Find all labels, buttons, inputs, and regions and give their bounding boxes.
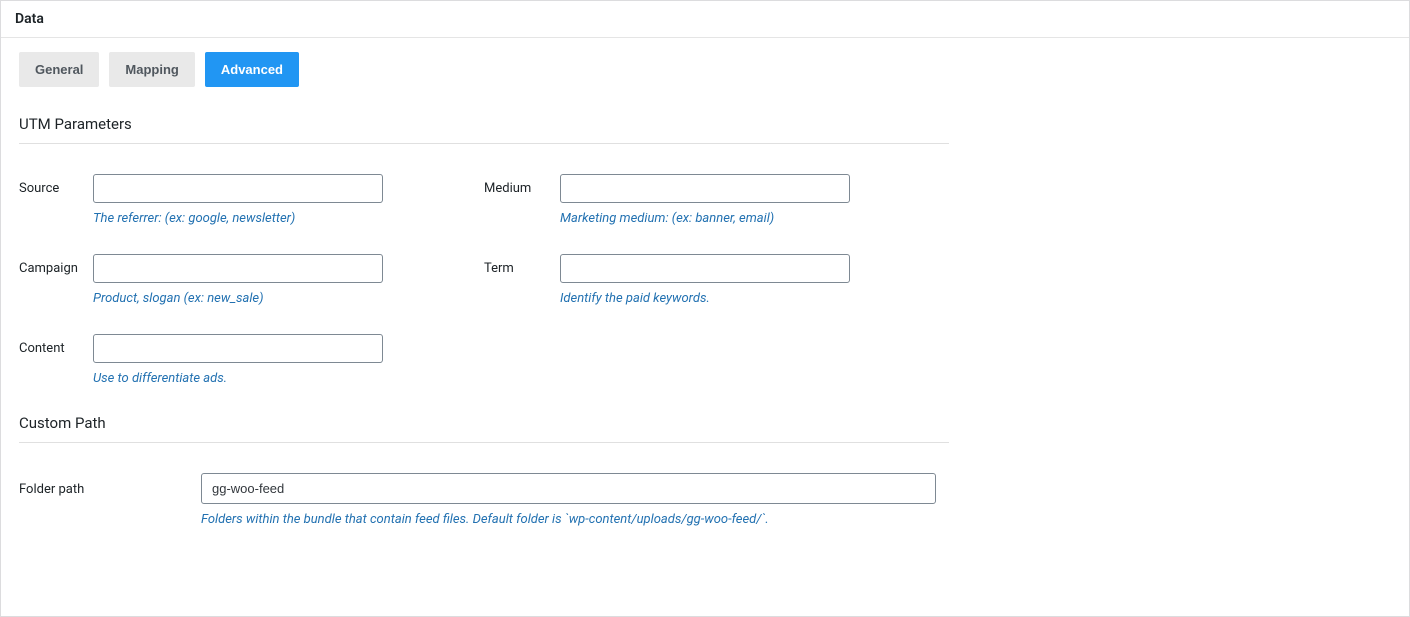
utm-campaign-control: Product, slogan (ex: new_sale) <box>93 254 383 306</box>
utm-medium-label: Medium <box>484 174 560 196</box>
utm-source-input[interactable] <box>93 174 383 203</box>
folder-path-field: Folder path Folders within the bundle th… <box>19 473 949 527</box>
divider <box>19 442 949 443</box>
folder-row: Folder path Folders within the bundle th… <box>19 473 949 527</box>
utm-source-control: The referrer: (ex: google, newsletter) <box>93 174 383 226</box>
utm-source-field: Source The referrer: (ex: google, newsle… <box>19 174 484 226</box>
utm-term-input[interactable] <box>560 254 850 283</box>
utm-section: UTM Parameters Source The referrer: (ex:… <box>19 115 949 386</box>
utm-campaign-label: Campaign <box>19 254 93 276</box>
folder-path-input[interactable] <box>201 473 936 504</box>
utm-content-label: Content <box>19 334 93 356</box>
utm-campaign-hint: Product, slogan (ex: new_sale) <box>93 291 383 306</box>
utm-content-input[interactable] <box>93 334 383 363</box>
utm-medium-input[interactable] <box>560 174 850 203</box>
folder-path-hint: Folders within the bundle that contain f… <box>201 512 936 527</box>
utm-section-title: UTM Parameters <box>19 115 949 133</box>
utm-medium-hint: Marketing medium: (ex: banner, email) <box>560 211 850 226</box>
tab-advanced[interactable]: Advanced <box>205 52 299 87</box>
utm-row-1: Source The referrer: (ex: google, newsle… <box>19 174 949 226</box>
panel-title: Data <box>1 1 1409 38</box>
folder-path-label: Folder path <box>19 473 201 497</box>
custom-path-section: Custom Path Folder path Folders within t… <box>19 414 949 527</box>
utm-term-hint: Identify the paid keywords. <box>560 291 850 306</box>
utm-campaign-field: Campaign Product, slogan (ex: new_sale) <box>19 254 484 306</box>
tab-mapping[interactable]: Mapping <box>109 52 194 87</box>
utm-term-control: Identify the paid keywords. <box>560 254 850 306</box>
folder-path-control: Folders within the bundle that contain f… <box>201 473 936 527</box>
utm-medium-control: Marketing medium: (ex: banner, email) <box>560 174 850 226</box>
tab-general[interactable]: General <box>19 52 99 87</box>
utm-source-hint: The referrer: (ex: google, newsletter) <box>93 211 383 226</box>
divider <box>19 143 949 144</box>
utm-content-control: Use to differentiate ads. <box>93 334 383 386</box>
utm-source-label: Source <box>19 174 93 196</box>
custom-path-title: Custom Path <box>19 414 949 432</box>
utm-row-3: Content Use to differentiate ads. <box>19 334 949 386</box>
tab-bar: General Mapping Advanced <box>19 52 1391 87</box>
utm-content-hint: Use to differentiate ads. <box>93 371 383 386</box>
utm-campaign-input[interactable] <box>93 254 383 283</box>
utm-term-label: Term <box>484 254 560 276</box>
utm-term-field: Term Identify the paid keywords. <box>484 254 949 306</box>
utm-content-field: Content Use to differentiate ads. <box>19 334 484 386</box>
data-panel: Data General Mapping Advanced UTM Parame… <box>0 0 1410 617</box>
utm-medium-field: Medium Marketing medium: (ex: banner, em… <box>484 174 949 226</box>
utm-row-2: Campaign Product, slogan (ex: new_sale) … <box>19 254 949 306</box>
panel-body: General Mapping Advanced UTM Parameters … <box>1 38 1409 555</box>
